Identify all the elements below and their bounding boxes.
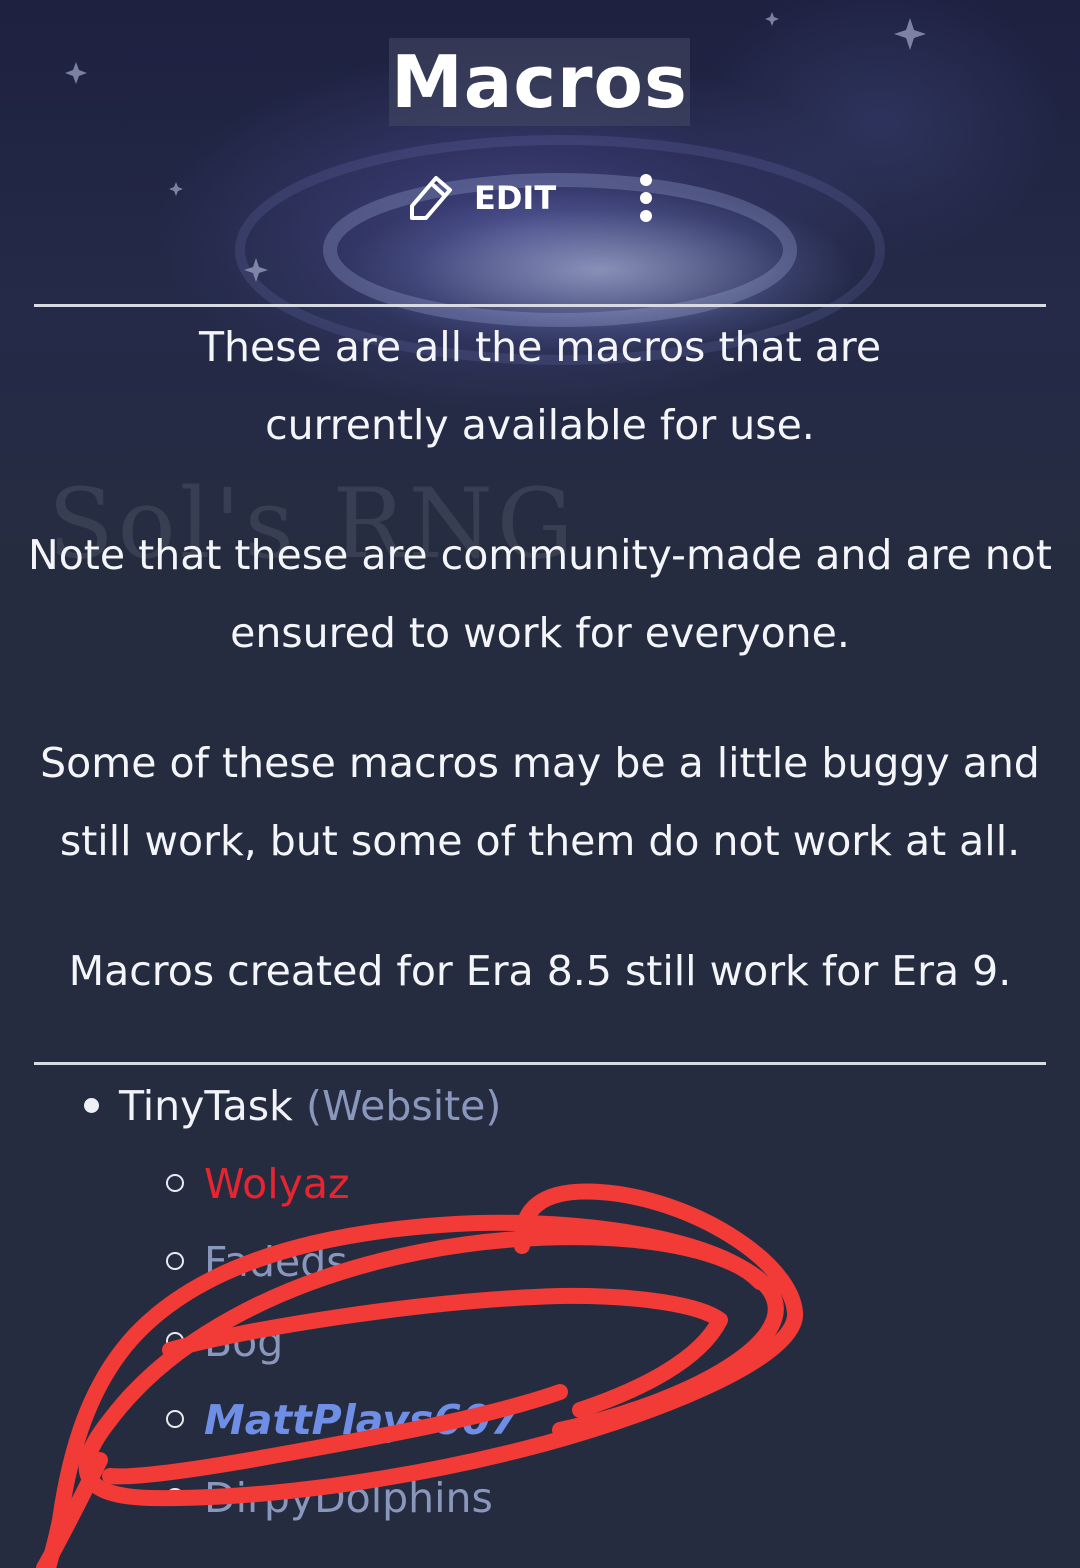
sub-list-item: Fadeds — [166, 1232, 348, 1292]
author-link-dirpydolphins[interactable]: DirpyDolphins — [204, 1474, 493, 1522]
list-item-label: TinyTask — [119, 1082, 293, 1130]
author-link-fadeds[interactable]: Fadeds — [204, 1238, 348, 1286]
sub-list-item: DirpyDolphins — [166, 1468, 493, 1528]
era-paragraph: Macros created for Era 8.5 still work fo… — [68, 947, 1012, 995]
page-title-container: Macros — [389, 38, 690, 126]
bullet-icon — [166, 1410, 184, 1428]
website-link[interactable]: (Website) — [306, 1082, 501, 1130]
page-title: Macros — [391, 40, 688, 124]
author-link-wolyaz[interactable]: Wolyaz — [204, 1160, 350, 1208]
more-vertical-icon — [640, 174, 652, 222]
sub-list-item: MattPlays607 — [166, 1390, 519, 1450]
sub-list-item: Bog — [166, 1312, 283, 1372]
bullet-icon — [166, 1174, 184, 1192]
author-link-bog[interactable]: Bog — [204, 1318, 283, 1366]
bullet-icon — [166, 1488, 184, 1506]
bullet-icon — [166, 1332, 184, 1350]
edit-label: EDIT — [474, 179, 557, 217]
more-options-button[interactable] — [630, 170, 662, 226]
intro-paragraph: These are all the macros that are curren… — [198, 323, 882, 449]
divider — [34, 304, 1046, 307]
author-link-mattplays607[interactable]: MattPlays607 — [204, 1396, 519, 1444]
note-paragraph: Note that these are community-made and a… — [28, 531, 1052, 657]
bullet-icon — [84, 1097, 99, 1113]
list-item: TinyTask (Website) — [84, 1076, 501, 1136]
edit-button[interactable]: EDIT — [404, 168, 564, 228]
sub-list-item: Wolyaz — [166, 1154, 350, 1214]
divider — [34, 1062, 1046, 1065]
bullet-icon — [166, 1252, 184, 1270]
pencil-icon — [410, 176, 452, 220]
bugs-paragraph: Some of these macros may be a little bug… — [40, 739, 1040, 865]
